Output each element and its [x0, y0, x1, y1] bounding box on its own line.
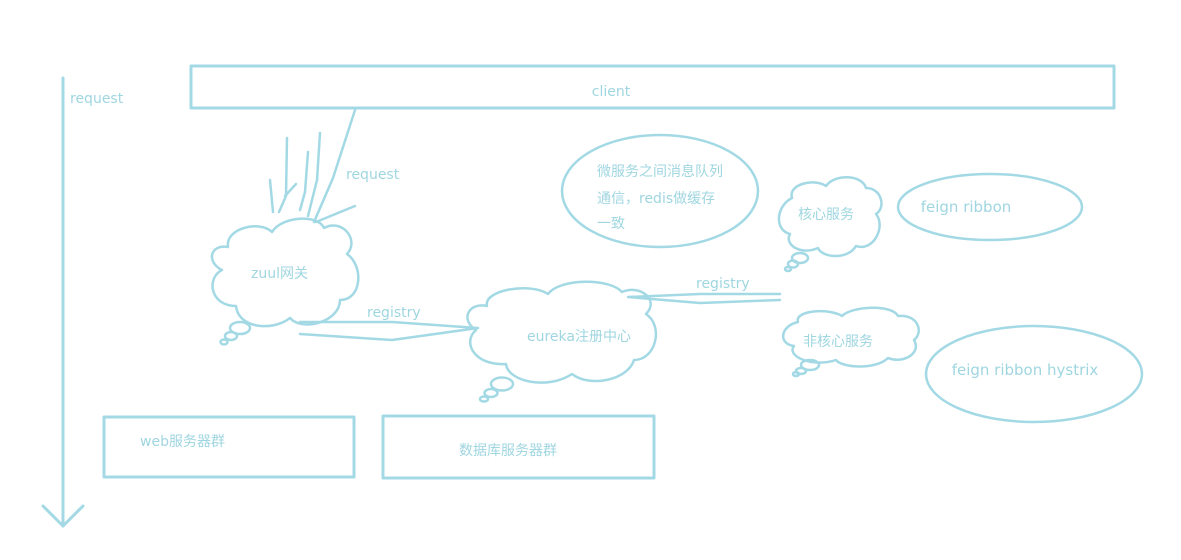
- web-cluster-label: web服务器群: [140, 434, 225, 450]
- request-arrow-label: request: [346, 167, 400, 183]
- feign-ribbon-ellipse: feign ribbon: [896, 172, 1084, 242]
- client-label: client: [592, 84, 631, 100]
- request-axis-label: request: [70, 91, 124, 107]
- registry-right-label: registry: [696, 276, 750, 292]
- message-note-ellipse: 微服务之间消息队列 通信，redis做缓存 一致: [560, 133, 760, 249]
- message-note-line-3: 一致: [597, 216, 625, 232]
- web-cluster-box: web服务器群: [102, 415, 356, 479]
- architecture-diagram: request client request zuul网关 registry e…: [41, 64, 1144, 528]
- message-note-line-1: 微服务之间消息队列: [597, 163, 723, 180]
- zuul-label: zuul网关: [251, 266, 308, 282]
- db-cluster-box: 数据库服务器群: [381, 414, 656, 480]
- message-note-line-2: 通信，redis做缓存: [597, 191, 715, 207]
- request-axis: request: [41, 76, 124, 528]
- feign-ribbon-hystrix-ellipse: feign ribbon hystrix: [924, 324, 1144, 424]
- non-core-service-cloud: 非核心服务: [782, 306, 920, 378]
- eureka-label: eureka注册中心: [527, 329, 631, 345]
- feign-ribbon-label: feign ribbon: [921, 198, 1012, 216]
- core-service-cloud: 核心服务: [777, 176, 883, 273]
- feign-ribbon-hystrix-label: feign ribbon hystrix: [952, 361, 1099, 379]
- registry-arrow-left: registry: [298, 305, 480, 342]
- db-cluster-label: 数据库服务器群: [459, 443, 557, 459]
- zuul-gateway-cloud: zuul网关: [210, 217, 360, 346]
- registry-arrow-right: registry: [626, 276, 782, 305]
- non-core-service-label: 非核心服务: [803, 334, 873, 350]
- eureka-cloud: eureka注册中心: [466, 280, 658, 403]
- core-service-label: 核心服务: [798, 207, 854, 223]
- client-box: client: [189, 64, 1116, 110]
- request-lines: request: [268, 108, 400, 224]
- registry-left-label: registry: [367, 305, 421, 321]
